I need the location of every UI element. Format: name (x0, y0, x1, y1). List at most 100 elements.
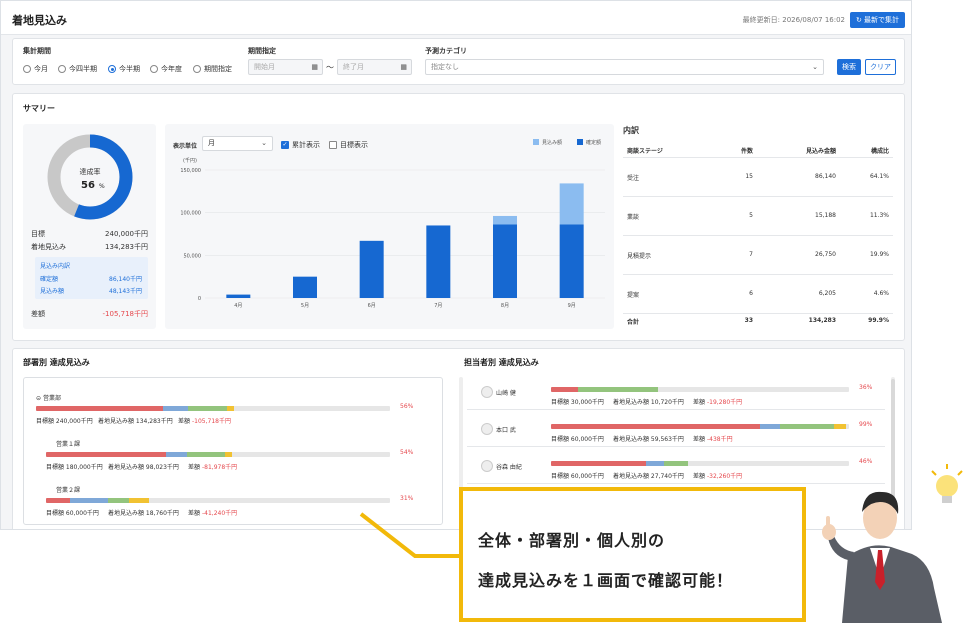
department-name: 営業２課 (56, 487, 81, 494)
bar-segment (46, 452, 167, 457)
bar-segment (227, 406, 235, 411)
y-tick-label: 150,000 (180, 168, 201, 174)
last-updated-timestamp: 最終更新日: 2026/08/07 16:02 (742, 16, 845, 24)
people-title: 担当者別 達成見込み (464, 358, 539, 367)
bar-segment (46, 498, 71, 503)
cell-count: 33 (744, 317, 753, 324)
refresh-icon: ↻ (855, 16, 862, 24)
target-amount: 目標額 240,000千円 (36, 418, 93, 425)
bar-confirmed (359, 240, 384, 298)
diff-amount-label: 差額 (693, 436, 706, 443)
confirmed-label: 確定額 (40, 276, 59, 283)
diff-value: -105,718千円 (102, 310, 148, 318)
bar-segment (188, 406, 228, 411)
radio-icon (193, 65, 201, 73)
range-label: 期間指定 (248, 47, 276, 55)
cell-ratio: 64.1% (869, 173, 889, 180)
diff-amount: -32,260千円 (707, 473, 743, 480)
achievement-percent: 56% (400, 403, 414, 410)
expected-label: 見込み額 (40, 288, 65, 295)
confirmed-value: 86,140千円 (109, 276, 142, 283)
department-title: 部署別 達成見込み (23, 358, 90, 367)
achievement-bar (551, 461, 849, 466)
search-button[interactable]: 検索 (837, 59, 861, 75)
refresh-button[interactable]: ↻ 最新で集計 (850, 12, 905, 28)
bar-segment (577, 387, 659, 392)
x-tick-label: 5月 (301, 303, 309, 309)
col-header-count: 件数 (740, 148, 753, 155)
bar-expected (493, 215, 517, 225)
cell-count: 5 (749, 212, 753, 219)
y-tick-label: 0 (198, 296, 201, 302)
bar-confirmed (559, 224, 584, 298)
legend-swatch-confirmed (577, 139, 583, 145)
clear-button[interactable]: クリア (865, 59, 896, 75)
x-tick-label: 4月 (234, 303, 242, 309)
achievement-bar (36, 406, 390, 411)
radio-this-quarter[interactable]: 今四半期 (58, 64, 97, 74)
bar-segment (166, 452, 188, 457)
breakdown-table: 内訳 商談ステージ 件数 見込み金額 構成比 受注 15 86,140 64.1… (623, 124, 895, 334)
x-tick-label: 8月 (501, 303, 509, 309)
calendar-icon: ▦ (311, 63, 318, 71)
radio-this-year[interactable]: 今年度 (150, 64, 182, 74)
category-select[interactable]: 指定なし ⌄ (425, 59, 824, 75)
page-title: 着地見込み (12, 14, 67, 27)
table-header-row: 商談ステージ 件数 見込み金額 構成比 (623, 142, 893, 158)
chevron-down-icon: ⌄ (812, 63, 818, 71)
achievement-bar (551, 387, 849, 392)
cell-stage: 受注 (627, 175, 640, 182)
x-tick-label: 6月 (368, 303, 376, 309)
forecast-label: 着地見込み (31, 243, 66, 251)
department-row[interactable]: 営業１課 54% 目標額 180,000千円 着地見込み額 98,023千円 差額 -81… (24, 378, 442, 524)
kpi-box: 達成率 56 % 目標 240,000千円 着地見込み 134,283千円 見込… (23, 124, 156, 329)
radio-icon (23, 65, 31, 73)
department-row[interactable]: ⊝ 営業部 56% 目標額 240,000千円 着地見込み額 134,283千円 差額 -… (24, 378, 442, 524)
cell-count: 15 (745, 173, 753, 180)
radio-icon (150, 65, 158, 73)
feature-callout (459, 487, 806, 622)
filter-panel: 集計期間 今月 今四半期 今半期 今年度 期間指定 期間指定 開始月 ▦ 〜 終… (12, 38, 905, 85)
achievement-percent: 31% (400, 495, 414, 502)
bar-segment (107, 498, 129, 503)
bar-segment (551, 424, 760, 429)
cell-ratio: 11.3% (869, 212, 889, 219)
collapse-icon[interactable]: ⊝ (36, 395, 41, 402)
start-month-input[interactable]: 開始月 ▦ (248, 59, 323, 75)
y-tick-label: 100,000 (180, 211, 201, 217)
summary-panel: サマリー 達成率 56 % 目標 240,000千円 着地見込み 134,283… (12, 93, 905, 341)
row-divider (467, 409, 885, 410)
x-tick-label: 7月 (434, 303, 442, 309)
cell-stage: 合計 (627, 319, 640, 326)
cell-ratio: 4.6% (873, 290, 889, 297)
diff-amount: -438千円 (707, 436, 733, 443)
period-label: 集計期間 (23, 47, 51, 55)
bar-segment (224, 452, 232, 457)
achievement-percent: 36% (859, 384, 873, 391)
radio-this-half[interactable]: 今半期 (108, 64, 140, 74)
cell-stage: 提案 (627, 292, 640, 299)
achievement-percent: 99% (859, 421, 873, 428)
diff-amount: -41,240千円 (202, 510, 238, 517)
department-name: ⊝ 営業部 (36, 395, 61, 402)
donut-value: 56 (81, 180, 95, 191)
diff-amount-label: 差額 (188, 464, 201, 471)
legend-swatch-expected (533, 139, 539, 145)
bar-segment (70, 498, 108, 503)
breakdown-box: 見込み内訳 確定額 86,140千円 見込み額 48,143千円 (35, 257, 148, 299)
diff-amount-label: 差額 (178, 418, 191, 425)
target-amount: 目標額 30,000千円 (551, 399, 604, 406)
businessman-illustration (822, 464, 963, 623)
radio-this-month[interactable]: 今月 (23, 64, 48, 74)
radio-custom-range[interactable]: 期間指定 (193, 64, 232, 74)
end-month-input[interactable]: 終了月 ▦ (337, 59, 412, 75)
diff-amount: -81,978千円 (202, 464, 238, 471)
cell-amount: 86,140 (815, 173, 836, 180)
bar-segment (551, 461, 647, 466)
expected-value: 48,143千円 (109, 288, 142, 295)
department-row[interactable]: 営業２課 31% 目標額 60,000千円 着地見込み額 18,760千円 差額 -41,… (24, 378, 442, 524)
avatar (481, 386, 493, 398)
table-total-row: 合計 33 134,283 99.9% (623, 314, 893, 328)
cell-amount: 15,188 (815, 212, 836, 219)
app-window: 着地見込み 最終更新日: 2026/08/07 16:02 ↻ 最新で集計 集計… (0, 0, 912, 530)
